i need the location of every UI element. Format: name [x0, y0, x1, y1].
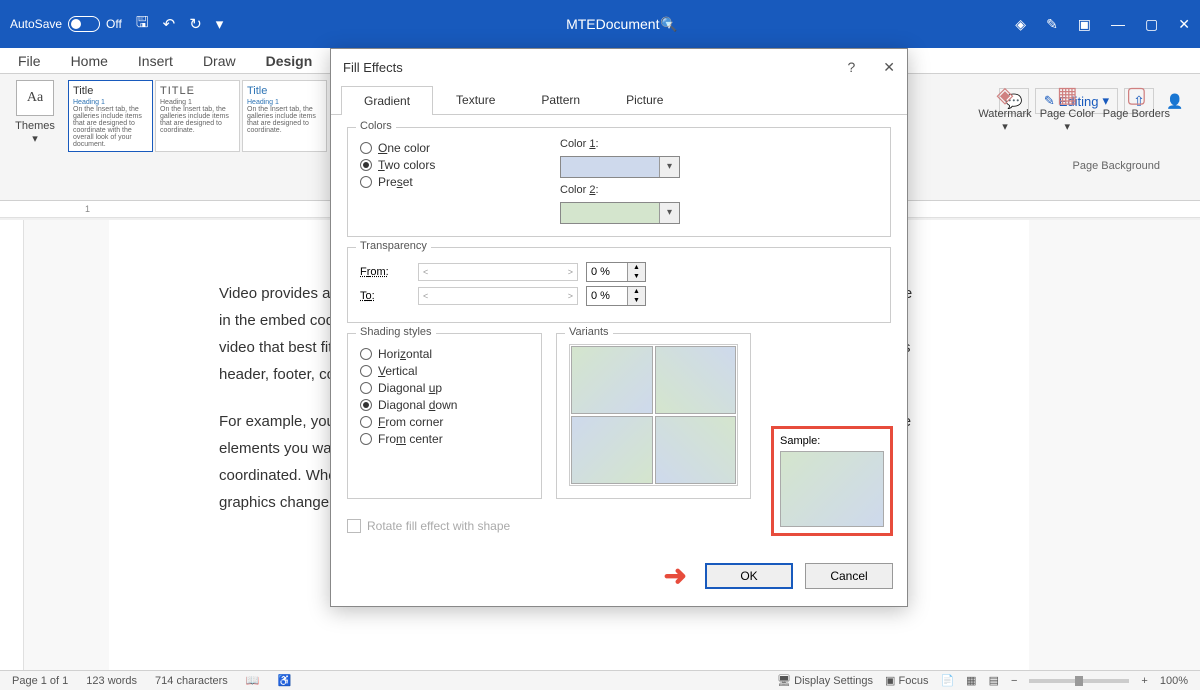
radio-diagonal-down[interactable]: Diagonal down: [360, 398, 529, 412]
qat-dropdown-icon[interactable]: ▾: [216, 15, 224, 33]
style-gallery[interactable]: TitleHeading 1On the Insert tab, the gal…: [68, 80, 327, 152]
word-count[interactable]: 123 words: [86, 675, 137, 687]
page-number[interactable]: Page 1 of 1: [12, 675, 68, 687]
from-label: From:: [360, 266, 410, 278]
style-item-1[interactable]: TitleHeading 1On the Insert tab, the gal…: [68, 80, 153, 152]
window-controls: ◈ ✎ ▣ — ▢ ✕: [1015, 16, 1190, 33]
dialog-titlebar: Fill Effects ? ✕: [331, 49, 907, 85]
shading-styles-group: Shading styles Horizontal Vertical Diago…: [347, 333, 542, 499]
dialog-tabs: Gradient Texture Pattern Picture: [331, 85, 907, 115]
radio-one-color[interactable]: One color: [360, 141, 560, 155]
to-label: To:: [360, 290, 410, 302]
color1-picker[interactable]: ▾: [560, 156, 680, 178]
tab-insert[interactable]: Insert: [138, 53, 173, 69]
zoom-slider[interactable]: [1029, 679, 1129, 683]
sample-preview: [780, 451, 884, 527]
radio-horizontal[interactable]: Horizontal: [360, 347, 529, 361]
display-settings[interactable]: 🖥 Display Settings: [777, 674, 873, 687]
variant-3[interactable]: [571, 416, 653, 484]
autosave-toggle[interactable]: AutoSave Off: [10, 16, 122, 32]
help-icon[interactable]: ?: [847, 59, 855, 76]
page-color-button[interactable]: ▦Page Color▾: [1040, 82, 1095, 133]
view-web-icon[interactable]: ▤: [989, 674, 999, 687]
view-print-icon[interactable]: ▦: [966, 674, 976, 687]
tab-pattern[interactable]: Pattern: [518, 85, 603, 114]
redo-icon[interactable]: ↻: [189, 15, 202, 33]
tab-design[interactable]: Design: [266, 53, 313, 69]
radio-preset[interactable]: Preset: [360, 175, 560, 189]
tab-picture[interactable]: Picture: [603, 85, 686, 114]
transparency-group: Transparency From: <> ▲▼ To: <> ▲▼: [347, 247, 891, 323]
colors-group: Colors One color Two colors Preset Color…: [347, 127, 891, 237]
variant-2[interactable]: [655, 346, 737, 414]
style-item-2[interactable]: TITLEHeading 1On the Insert tab, the gal…: [155, 80, 240, 152]
variant-1[interactable]: [571, 346, 653, 414]
color1-label: Color 1:: [560, 138, 680, 150]
search-icon[interactable]: 🔍: [660, 16, 677, 33]
themes-button[interactable]: Aa Themes▾: [10, 80, 60, 145]
accessibility-icon[interactable]: ♿: [278, 674, 292, 687]
style-item-3[interactable]: TitleHeading 1On the Insert tab, the gal…: [242, 80, 327, 152]
color2-picker[interactable]: ▾: [560, 202, 680, 224]
ok-button[interactable]: OK: [705, 563, 793, 589]
tab-file[interactable]: File: [18, 53, 41, 69]
fill-effects-dialog: Fill Effects ? ✕ Gradient Texture Patter…: [330, 48, 908, 607]
tab-gradient[interactable]: Gradient: [341, 86, 433, 115]
spellcheck-icon[interactable]: 📖: [246, 674, 260, 687]
brush-icon[interactable]: ✎: [1046, 16, 1058, 33]
ribbon-display-icon[interactable]: ▣: [1078, 16, 1091, 33]
tab-texture[interactable]: Texture: [433, 85, 518, 114]
variants-group: Variants: [556, 333, 751, 499]
radio-from-center[interactable]: From center: [360, 432, 529, 446]
close-icon[interactable]: ✕: [1178, 16, 1190, 33]
sample-label: Sample:: [780, 435, 884, 447]
dialog-close-icon[interactable]: ✕: [883, 59, 895, 76]
annotation-arrow: ➜: [664, 559, 687, 592]
zoom-level[interactable]: 100%: [1160, 675, 1188, 687]
char-count[interactable]: 714 characters: [155, 675, 228, 687]
dialog-title: Fill Effects: [343, 60, 403, 75]
view-read-icon[interactable]: 📄: [940, 674, 954, 687]
from-slider[interactable]: <>: [418, 263, 578, 281]
to-slider[interactable]: <>: [418, 287, 578, 305]
page-borders-button[interactable]: ▢Page Borders: [1103, 82, 1170, 133]
document-title[interactable]: MTEDocument▾: [223, 16, 1015, 33]
save-icon[interactable]: 🖫: [136, 12, 149, 37]
tab-draw[interactable]: Draw: [203, 53, 236, 69]
minimize-icon[interactable]: —: [1111, 16, 1125, 32]
zoom-out[interactable]: −: [1011, 675, 1017, 687]
status-bar: Page 1 of 1 123 words 714 characters 📖 ♿…: [0, 670, 1200, 690]
vertical-ruler[interactable]: [0, 220, 24, 670]
page-background-label: Page Background: [1073, 160, 1160, 172]
radio-from-corner[interactable]: From corner: [360, 415, 529, 429]
cancel-button[interactable]: Cancel: [805, 563, 893, 589]
variant-4[interactable]: [655, 416, 737, 484]
maximize-icon[interactable]: ▢: [1145, 16, 1158, 33]
to-percent[interactable]: ▲▼: [586, 286, 646, 306]
sample-highlight: Sample:: [771, 426, 893, 536]
color2-label: Color 2:: [560, 184, 680, 196]
radio-two-colors[interactable]: Two colors: [360, 158, 560, 172]
title-bar: AutoSave Off 🖫 ↶ ↻ ▾ MTEDocument▾ 🔍 ◈ ✎ …: [0, 0, 1200, 48]
undo-icon[interactable]: ↶: [163, 15, 176, 33]
zoom-in[interactable]: +: [1141, 675, 1147, 687]
diamond-icon[interactable]: ◈: [1015, 16, 1026, 33]
from-percent[interactable]: ▲▼: [586, 262, 646, 282]
radio-vertical[interactable]: Vertical: [360, 364, 529, 378]
quick-access-toolbar: 🖫 ↶ ↻ ▾: [136, 12, 223, 37]
watermark-button[interactable]: ◈Watermark▾: [978, 82, 1031, 133]
tab-home[interactable]: Home: [71, 53, 108, 69]
focus-mode[interactable]: ▣ Focus: [885, 674, 928, 687]
radio-diagonal-up[interactable]: Diagonal up: [360, 381, 529, 395]
